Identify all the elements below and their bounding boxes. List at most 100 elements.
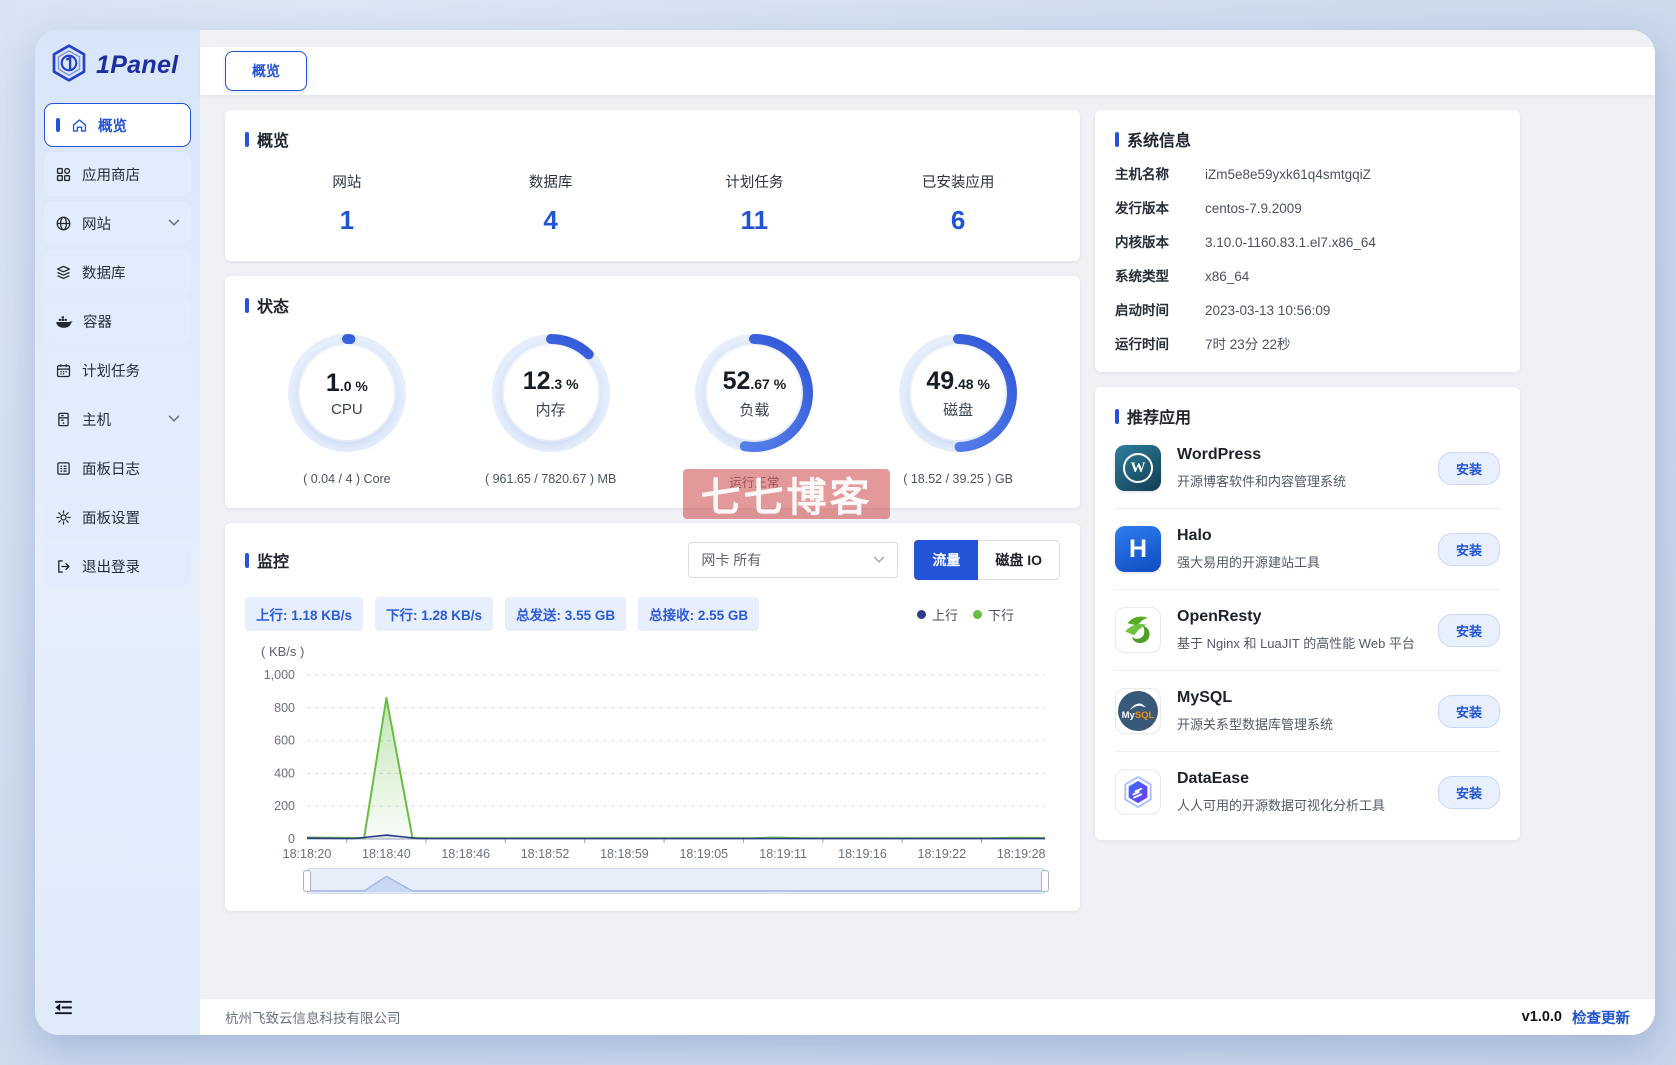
system-info-title: 系统信息 [1115, 127, 1500, 151]
svg-text:18:19:16: 18:19:16 [838, 847, 887, 861]
stat-label: 已安装应用 [921, 175, 995, 191]
install-button[interactable]: 安装 [1437, 451, 1500, 485]
sidebar-item-logout[interactable]: 退出登录 [44, 544, 191, 588]
system-info-row: 系统类型 x86_64 [1115, 267, 1500, 287]
svg-text:800: 800 [274, 701, 295, 715]
overview-stat[interactable]: 网站 1 [245, 171, 449, 236]
recommended-apps-card: 推荐应用 W WordPress 开源博客软件和内容管理系统 安装 H Halo 强大易用的… [1095, 387, 1520, 840]
info-label: 主机名称 [1115, 167, 1169, 182]
chips-holder: 上行: 1.18 KB/s 下行: 1.28 KB/s 总发送: 3.55 GB 总接… [245, 597, 760, 631]
gauge-label: 内存 [535, 401, 566, 419]
legend-item[interactable]: 上行 [916, 605, 958, 624]
collapse-sidebar-icon[interactable] [53, 999, 74, 1016]
datazoom-left-handle[interactable] [303, 870, 311, 892]
calendar-icon [55, 362, 72, 379]
monitor-header: 监控 网卡 所有 流量 磁盘 IO [245, 540, 1060, 580]
gauge-subtext: ( 0.04 / 4 ) Core [303, 472, 391, 486]
sidebar-item-host[interactable]: 主机 [44, 397, 191, 441]
tab-overview[interactable]: 概览 [225, 51, 307, 91]
brand-name: 1Panel [96, 51, 179, 79]
overview-card-title: 概览 [245, 127, 1060, 151]
content: 概览 网站 1 数据库 4 计划任务 11 已安装应用 6 状态 1.0 % CPU ( 0.04… [200, 95, 1655, 999]
monitor-mode-button[interactable]: 磁盘 IO [978, 540, 1060, 580]
system-info-rows: 主机名称 iZm5e8e59yxk61q4smtgqiZ 发行版本 centos-7.… [1115, 165, 1500, 355]
svg-text:18:18:46: 18:18:46 [441, 847, 490, 861]
svg-text:18:19:28: 18:19:28 [997, 847, 1046, 861]
gauge-subtext: 运行正常 [729, 476, 780, 490]
datazoom-slider[interactable] [303, 868, 1049, 894]
sidebar-item-panel-settings[interactable]: 面板设置 [44, 495, 191, 539]
info-label: 系统类型 [1115, 269, 1169, 284]
sidebar-item-website[interactable]: 网站 [44, 201, 191, 245]
traffic-stat-chip: 总发送: 3.55 GB [505, 597, 627, 631]
title-accent-bar [1115, 408, 1119, 424]
legend-dot [972, 609, 982, 619]
stat-value: 1 [339, 205, 355, 235]
sidebar-item-database[interactable]: 数据库 [44, 250, 191, 294]
stat-value: 6 [950, 205, 966, 235]
app-row-dataease: DataEase 人人可用的开源数据可视化分析工具 安装 [1115, 752, 1500, 823]
sidebar-item-label: 概览 [98, 118, 127, 135]
traffic-stat-chip: 总接收: 2.55 GB [638, 597, 760, 631]
system-info-row: 运行时间 7时 23分 22秒 [1115, 335, 1500, 355]
install-button[interactable]: 安装 [1437, 613, 1500, 647]
log-icon [55, 460, 72, 477]
footer-right: v1.0.0 检查更新 [1522, 1007, 1630, 1028]
chevron-down-icon [873, 556, 885, 564]
sidebar-item-cronjob[interactable]: 计划任务 [44, 348, 191, 392]
svg-text:600: 600 [274, 734, 295, 748]
overview-stat[interactable]: 计划任务 11 [653, 171, 857, 236]
app-info: Halo 强大易用的开源建站工具 [1177, 527, 1428, 571]
overview-stat[interactable]: 数据库 4 [449, 171, 653, 236]
svg-text:18:19:11: 18:19:11 [759, 847, 807, 861]
chevron-down-icon [168, 415, 180, 423]
svg-text:18:19:05: 18:19:05 [679, 847, 728, 861]
install-button[interactable]: 安装 [1437, 532, 1500, 566]
info-label: 内核版本 [1115, 235, 1169, 250]
database-icon [55, 264, 72, 281]
svg-text:200: 200 [274, 799, 295, 813]
traffic-stat-chip: 下行: 1.28 KB/s [375, 597, 494, 631]
stat-label: 网站 [332, 175, 362, 191]
app-row-wordpress: W WordPress 开源博客软件和内容管理系统 安装 [1115, 428, 1500, 509]
brand-logo: 1Panel [35, 30, 200, 103]
app-name: WordPress [1177, 446, 1262, 463]
datazoom-right-handle[interactable] [1041, 870, 1049, 892]
sidebar-item-label: 主机 [82, 412, 111, 429]
sidebar-item-overview[interactable]: 概览 [44, 103, 191, 147]
1panel-hexagon-logo-icon [49, 43, 89, 88]
gauge-ring: 12.3 % 内存 [487, 329, 615, 457]
app-name: MySQL [1177, 689, 1233, 706]
status-card-title: 状态 [245, 293, 1060, 317]
monitor-mode-button[interactable]: 流量 [914, 540, 979, 580]
monitor-card: 监控 网卡 所有 流量 磁盘 IO 上行: 1.18 KB/s 下行: 1.28 K… [225, 523, 1080, 911]
install-button[interactable]: 安装 [1437, 694, 1500, 728]
stat-value: 4 [543, 205, 558, 235]
sidebar-item-app-store[interactable]: 应用商店 [44, 152, 191, 196]
gear-icon [55, 509, 72, 526]
nic-select[interactable]: 网卡 所有 [688, 542, 899, 578]
gauge-label: CPU [331, 400, 363, 418]
app-name: Halo [1177, 527, 1212, 544]
docker-icon [55, 314, 73, 329]
overview-stat[interactable]: 已安装应用 6 [856, 171, 1060, 236]
app-description: 基于 Nginx 和 LuaJIT 的高性能 Web 平台 [1177, 636, 1415, 651]
sidebar-item-panel-log[interactable]: 面板日志 [44, 446, 191, 490]
system-info-row: 启动时间 2023-03-13 10:56:09 [1115, 301, 1500, 321]
halo-icon: H [1115, 526, 1161, 572]
version-label: v1.0.0 [1521, 1009, 1562, 1025]
sidebar-item-container[interactable]: 容器 [44, 299, 191, 343]
app-description: 开源博客软件和内容管理系统 [1177, 474, 1347, 489]
app-description: 强大易用的开源建站工具 [1177, 555, 1321, 570]
svg-text:18:19:22: 18:19:22 [918, 847, 967, 861]
check-update-link[interactable]: 检查更新 [1572, 1007, 1630, 1028]
info-value: 7时 23分 22秒 [1205, 337, 1291, 352]
monitor-mode-buttons: 流量 磁盘 IO [914, 540, 1060, 580]
traffic-stats-row: 上行: 1.18 KB/s 下行: 1.28 KB/s 总发送: 3.55 GB 总接… [245, 597, 1060, 631]
title-accent-bar [1115, 131, 1119, 147]
legend-item[interactable]: 下行 [972, 605, 1014, 624]
install-button[interactable]: 安装 [1437, 775, 1500, 809]
logout-icon [55, 558, 72, 575]
svg-text:18:18:20: 18:18:20 [283, 847, 332, 861]
company-name: 杭州飞致云信息科技有限公司 [225, 1011, 401, 1026]
